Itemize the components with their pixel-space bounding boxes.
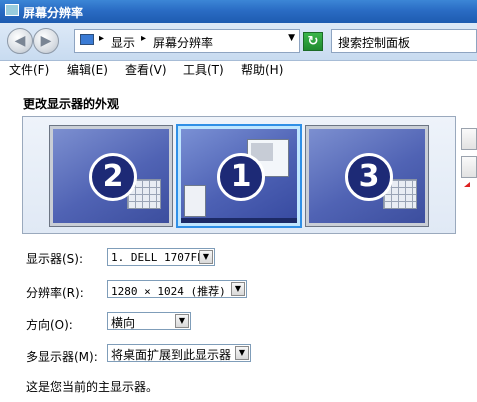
back-button[interactable]: ◀ [7,28,33,54]
section-title: 更改显示器的外观 [23,97,120,111]
monitor-arrangement: 2 1 3 [22,116,456,234]
multiple-displays-label: 多显示器(M): [26,350,98,364]
monitor-number: 3 [345,153,393,201]
chevron-down-icon: ▼ [231,282,245,296]
menu-help[interactable]: 帮助(H) [241,61,283,78]
menu-tools[interactable]: 工具(T) [183,61,224,78]
window-title: 屏幕分辨率 [23,6,84,20]
orientation-value: 横向 [111,316,136,330]
monitor-number: 1 [217,153,265,201]
status-text: 这是您当前的主显示器。 [26,380,159,394]
breadcrumb-arrow-icon: ▸ [99,33,105,44]
address-dropdown-icon[interactable]: ▼ [288,33,295,43]
chevron-down-icon: ▼ [175,314,189,328]
multiple-displays-value: 将桌面扩展到此显示器 [111,348,232,362]
chevron-down-icon: ▼ [199,250,213,264]
display-label: 显示器(S): [26,252,84,266]
monitor-2[interactable]: 2 [49,125,173,227]
chevron-down-icon: ▼ [235,346,249,360]
address-field[interactable]: ▸ 显示 ▸ 屏幕分辨率 ▼ [74,29,300,53]
menu-view[interactable]: 查看(V) [125,61,167,78]
orientation-select[interactable]: 横向 ▼ [107,312,191,330]
orientation-label: 方向(O): [26,318,73,332]
title-bar: 屏幕分辨率 [0,0,477,23]
display-value: 1. DELL 1707FP [111,251,204,264]
search-input[interactable]: 搜索控制面板 [331,29,477,53]
resolution-value: 1280 × 1024 (推荐) [111,285,226,298]
monitor-number: 2 [89,153,137,201]
forward-button[interactable]: ▶ [33,28,59,54]
taskbar [181,218,297,223]
breadcrumb-display[interactable]: 显示 [111,34,135,51]
resolution-label: 分辨率(R): [26,286,84,300]
menu-edit[interactable]: 编辑(E) [67,61,108,78]
display-icon [80,34,94,45]
display-select[interactable]: 1. DELL 1707FP ▼ [107,248,215,266]
resolution-select[interactable]: 1280 × 1024 (推荐) ▼ [107,280,247,298]
address-bar-area: ◀ ▶ ▸ 显示 ▸ 屏幕分辨率 ▼ ↻ 搜索控制面板 [0,23,477,61]
monitor-3[interactable]: 3 [305,125,429,227]
breadcrumb-arrow-icon: ▸ [141,33,147,44]
refresh-button[interactable]: ↻ [303,32,323,51]
menu-file[interactable]: 文件(F) [9,61,49,78]
detect-button[interactable] [461,128,477,150]
warning-mark [464,182,470,187]
multiple-displays-select[interactable]: 将桌面扩展到此显示器 ▼ [107,344,251,362]
start-menu-icon [184,185,206,217]
menu-bar: 文件(F) 编辑(E) 查看(V) 工具(T) 帮助(H) [0,61,477,77]
breadcrumb-resolution[interactable]: 屏幕分辨率 [153,34,213,51]
monitor-1[interactable]: 1 [176,124,302,228]
identify-button[interactable] [461,156,477,178]
window-icon [5,4,19,16]
